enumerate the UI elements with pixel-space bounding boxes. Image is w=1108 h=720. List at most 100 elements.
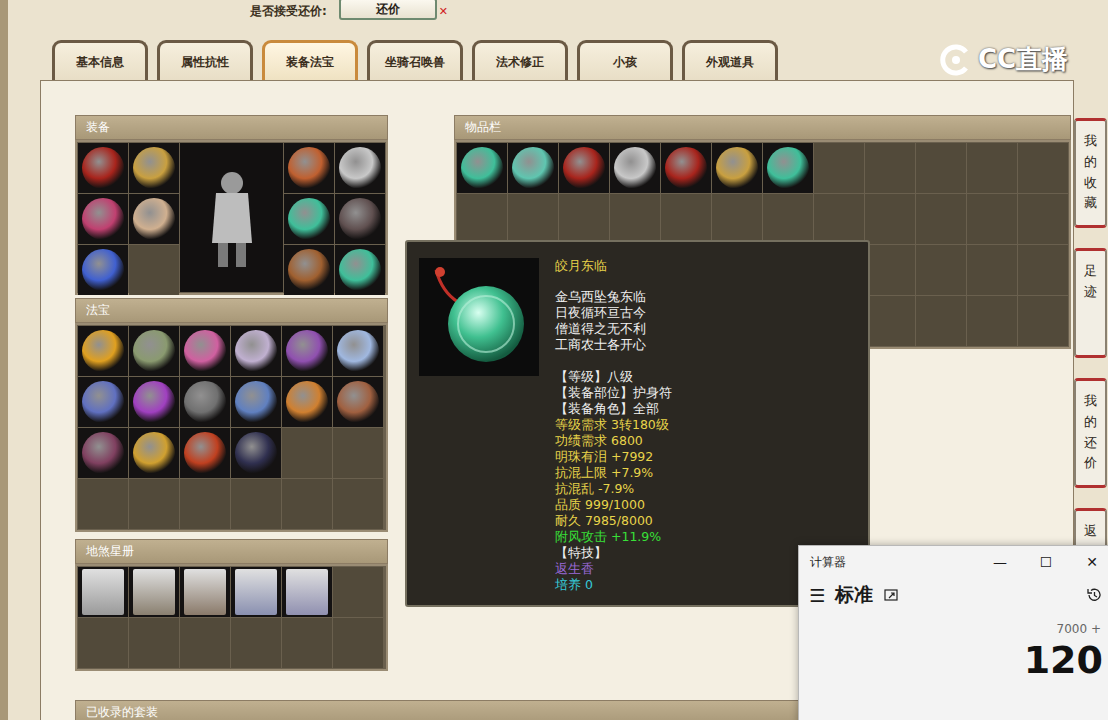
inventory-slot[interactable] bbox=[763, 143, 813, 193]
tab[interactable]: 外观道具 bbox=[682, 40, 778, 80]
treasure-slot[interactable] bbox=[78, 377, 128, 427]
inventory-slot[interactable] bbox=[610, 143, 660, 193]
treasure-slot[interactable] bbox=[333, 479, 383, 529]
inventory-slot[interactable] bbox=[508, 143, 558, 193]
inventory-slot[interactable] bbox=[967, 245, 1017, 295]
inventory-slot[interactable] bbox=[559, 194, 609, 244]
treasure-slot[interactable] bbox=[231, 326, 281, 376]
treasure-slot[interactable] bbox=[78, 428, 128, 478]
menu-button[interactable]: ☰ bbox=[809, 585, 825, 606]
equipment-slot[interactable] bbox=[284, 245, 334, 295]
star-book-slot[interactable] bbox=[231, 567, 281, 617]
treasure-slot[interactable] bbox=[129, 377, 179, 427]
inventory-slot[interactable] bbox=[712, 194, 762, 244]
inventory-slot[interactable] bbox=[1018, 296, 1068, 346]
inventory-slot[interactable] bbox=[967, 143, 1017, 193]
equipment-slot[interactable] bbox=[129, 143, 179, 193]
inventory-slot[interactable] bbox=[814, 143, 864, 193]
equipment-slot[interactable] bbox=[129, 245, 179, 295]
inventory-slot[interactable] bbox=[1018, 245, 1068, 295]
treasure-slot[interactable] bbox=[231, 479, 281, 529]
inventory-slot[interactable] bbox=[916, 245, 966, 295]
treasure-slot[interactable] bbox=[129, 428, 179, 478]
tab[interactable]: 装备法宝 bbox=[262, 40, 358, 80]
treasure-slot[interactable] bbox=[282, 479, 332, 529]
counter-offer-button[interactable]: 还价 bbox=[339, 0, 437, 20]
close-icon[interactable]: ✕ bbox=[439, 5, 448, 18]
inventory-slot[interactable] bbox=[457, 194, 507, 244]
inventory-slot[interactable] bbox=[814, 194, 864, 244]
inventory-slot[interactable] bbox=[661, 194, 711, 244]
side-tab[interactable]: 足迹 bbox=[1074, 248, 1107, 358]
inventory-slot[interactable] bbox=[712, 143, 762, 193]
star-book-slot[interactable] bbox=[282, 618, 332, 668]
tab[interactable]: 小孩 bbox=[577, 40, 673, 80]
star-book-slot[interactable] bbox=[129, 618, 179, 668]
keep-on-top-icon[interactable] bbox=[883, 587, 899, 603]
treasure-slot[interactable] bbox=[129, 326, 179, 376]
star-book-slot[interactable] bbox=[78, 567, 128, 617]
inventory-slot[interactable] bbox=[610, 194, 660, 244]
item-icon bbox=[614, 147, 656, 189]
window-control[interactable]: — bbox=[977, 554, 1023, 570]
treasure-slot[interactable] bbox=[333, 428, 383, 478]
equipment-slot[interactable] bbox=[335, 143, 385, 193]
inventory-slot[interactable] bbox=[916, 296, 966, 346]
equipment-slot[interactable] bbox=[129, 194, 179, 244]
inventory-slot[interactable] bbox=[916, 194, 966, 244]
treasure-slot[interactable] bbox=[180, 326, 230, 376]
star-book-slot[interactable] bbox=[78, 618, 128, 668]
history-icon[interactable] bbox=[1085, 586, 1103, 604]
star-book-slot[interactable] bbox=[180, 567, 230, 617]
equipment-slot[interactable] bbox=[78, 245, 128, 295]
star-book-slot[interactable] bbox=[333, 567, 383, 617]
treasure-slot[interactable] bbox=[282, 326, 332, 376]
star-book-slot[interactable] bbox=[231, 618, 281, 668]
side-tab[interactable]: 我的还价 bbox=[1074, 378, 1107, 488]
treasure-slot[interactable] bbox=[78, 326, 128, 376]
equipment-slot[interactable] bbox=[335, 245, 385, 295]
inventory-slot[interactable] bbox=[661, 143, 711, 193]
star-book-slot[interactable] bbox=[180, 618, 230, 668]
equipment-slot[interactable] bbox=[78, 143, 128, 193]
inventory-slot[interactable] bbox=[865, 245, 915, 295]
inventory-slot[interactable] bbox=[1018, 194, 1068, 244]
inventory-slot[interactable] bbox=[508, 194, 558, 244]
treasure-slot[interactable] bbox=[282, 377, 332, 427]
inventory-slot[interactable] bbox=[865, 194, 915, 244]
side-tab[interactable]: 我的收藏 bbox=[1074, 118, 1107, 228]
treasure-slot[interactable] bbox=[78, 479, 128, 529]
inventory-slot[interactable] bbox=[457, 143, 507, 193]
star-book-slot[interactable] bbox=[129, 567, 179, 617]
item-icon bbox=[288, 198, 330, 240]
inventory-slot[interactable] bbox=[1018, 143, 1068, 193]
inventory-slot[interactable] bbox=[763, 194, 813, 244]
treasure-slot[interactable] bbox=[231, 377, 281, 427]
treasure-slot[interactable] bbox=[333, 326, 383, 376]
tab[interactable]: 基本信息 bbox=[52, 40, 148, 80]
treasure-slot[interactable] bbox=[333, 377, 383, 427]
inventory-slot[interactable] bbox=[559, 143, 609, 193]
treasure-slot[interactable] bbox=[282, 428, 332, 478]
equipment-slot[interactable] bbox=[78, 194, 128, 244]
inventory-slot[interactable] bbox=[967, 296, 1017, 346]
tab[interactable]: 法术修正 bbox=[472, 40, 568, 80]
tab[interactable]: 属性抗性 bbox=[157, 40, 253, 80]
star-book-slot[interactable] bbox=[333, 618, 383, 668]
treasure-slot[interactable] bbox=[180, 377, 230, 427]
inventory-slot[interactable] bbox=[967, 194, 1017, 244]
tab[interactable]: 坐骑召唤兽 bbox=[367, 40, 463, 80]
window-control[interactable]: ✕ bbox=[1069, 554, 1108, 570]
inventory-slot[interactable] bbox=[916, 143, 966, 193]
equipment-slot[interactable] bbox=[284, 143, 334, 193]
window-control[interactable]: ☐ bbox=[1023, 554, 1069, 570]
treasure-slot[interactable] bbox=[180, 479, 230, 529]
inventory-slot[interactable] bbox=[865, 296, 915, 346]
inventory-slot[interactable] bbox=[865, 143, 915, 193]
treasure-slot[interactable] bbox=[180, 428, 230, 478]
star-book-slot[interactable] bbox=[282, 567, 332, 617]
equipment-slot[interactable] bbox=[284, 194, 334, 244]
equipment-slot[interactable] bbox=[335, 194, 385, 244]
treasure-slot[interactable] bbox=[129, 479, 179, 529]
treasure-slot[interactable] bbox=[231, 428, 281, 478]
